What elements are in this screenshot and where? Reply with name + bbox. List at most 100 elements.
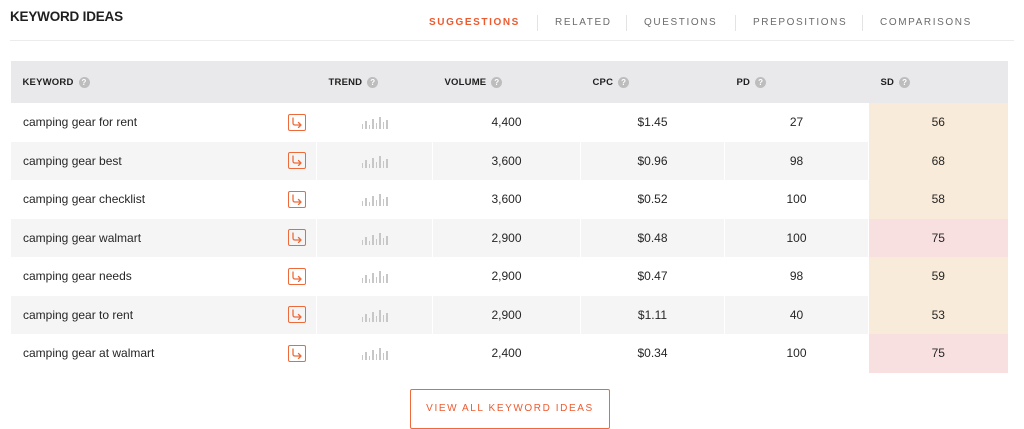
question-circle-icon[interactable]: ? bbox=[78, 76, 90, 88]
mini-bar-chart-icon bbox=[317, 231, 432, 245]
external-arrow-icon[interactable] bbox=[288, 344, 306, 362]
trend-cell bbox=[316, 103, 433, 142]
mini-bar-chart-icon bbox=[317, 308, 432, 322]
keyword-cell: camping gear to rent bbox=[10, 295, 317, 334]
tab-questions[interactable]: QUESTIONS bbox=[644, 17, 717, 29]
external-arrow-icon[interactable] bbox=[288, 190, 306, 208]
header-divider bbox=[10, 40, 1014, 41]
volume-cell: 4,400 bbox=[432, 103, 581, 142]
sd-cell: 75 bbox=[868, 334, 1008, 373]
tab-related[interactable]: RELATED bbox=[555, 17, 612, 29]
sd-cell: 53 bbox=[868, 295, 1008, 334]
pd-cell: 98 bbox=[724, 257, 869, 296]
column-header-label: SD bbox=[880, 76, 895, 88]
keyword-cell: camping gear for rent bbox=[10, 103, 317, 142]
question-circle-icon[interactable]: ? bbox=[618, 76, 630, 88]
keyword-cell: camping gear walmart bbox=[10, 218, 317, 257]
cpc-cell: $0.48 bbox=[580, 218, 725, 257]
column-header-trend[interactable]: TREND? bbox=[316, 61, 433, 103]
trend-cell bbox=[316, 257, 433, 296]
trend-cell bbox=[316, 218, 433, 257]
column-header-keyword[interactable]: KEYWORD? bbox=[10, 61, 317, 103]
table-row: camping gear checklist 3,600 $0.52 100 58 bbox=[10, 180, 1008, 219]
external-arrow-icon[interactable] bbox=[288, 152, 306, 170]
tab-separator bbox=[735, 15, 736, 31]
sd-cell: 68 bbox=[868, 141, 1008, 180]
table-row: camping gear for rent 4,400 $1.45 27 56 bbox=[10, 103, 1008, 142]
keyword-text[interactable]: camping gear best bbox=[23, 154, 122, 168]
volume-cell: 2,900 bbox=[432, 218, 581, 257]
question-circle-icon[interactable]: ? bbox=[755, 76, 767, 88]
sd-cell: 59 bbox=[868, 257, 1008, 296]
cpc-cell: $0.52 bbox=[580, 180, 725, 219]
table-row: camping gear to rent 2,900 $1.11 40 53 bbox=[10, 295, 1008, 334]
tab-separator bbox=[862, 15, 863, 31]
keyword-cell: camping gear checklist bbox=[10, 180, 317, 219]
question-circle-icon[interactable]: ? bbox=[899, 76, 911, 88]
view-all-keyword-ideas-button[interactable]: VIEW ALL KEYWORD IDEAS bbox=[410, 389, 610, 429]
sd-cell: 56 bbox=[868, 103, 1008, 142]
table-row: camping gear at walmart 2,400 $0.34 100 75 bbox=[10, 334, 1008, 373]
column-header-label: TREND bbox=[328, 76, 363, 88]
sd-cell: 75 bbox=[868, 218, 1008, 257]
table-row: camping gear needs 2,900 $0.47 98 59 bbox=[10, 257, 1008, 296]
external-arrow-icon[interactable] bbox=[288, 306, 306, 324]
column-header-cpc[interactable]: CPC? bbox=[580, 61, 725, 103]
trend-cell bbox=[316, 141, 433, 180]
trend-cell bbox=[316, 295, 433, 334]
pd-cell: 40 bbox=[724, 295, 869, 334]
keyword-cell: camping gear at walmart bbox=[10, 334, 317, 373]
volume-cell: 3,600 bbox=[432, 141, 581, 180]
question-circle-icon[interactable]: ? bbox=[367, 76, 379, 88]
keyword-cell: camping gear needs bbox=[10, 257, 317, 296]
keyword-text[interactable]: camping gear for rent bbox=[23, 115, 137, 129]
pd-cell: 27 bbox=[724, 103, 869, 142]
table-row: camping gear best 3,600 $0.96 98 68 bbox=[10, 141, 1008, 180]
keyword-table: KEYWORD? TREND? VOLUME? CPC? PD? SD? cam… bbox=[10, 61, 1008, 373]
cpc-cell: $0.47 bbox=[580, 257, 725, 296]
sd-cell: 58 bbox=[868, 180, 1008, 219]
keyword-text[interactable]: camping gear walmart bbox=[23, 231, 141, 245]
external-arrow-icon[interactable] bbox=[288, 267, 306, 285]
volume-cell: 3,600 bbox=[432, 180, 581, 219]
cpc-cell: $0.96 bbox=[580, 141, 725, 180]
question-circle-icon[interactable]: ? bbox=[491, 76, 503, 88]
tab-suggestions[interactable]: SUGGESTIONS bbox=[429, 17, 520, 29]
column-header-label: VOLUME bbox=[444, 76, 487, 88]
volume-cell: 2,400 bbox=[432, 334, 581, 373]
keyword-text[interactable]: camping gear to rent bbox=[23, 308, 133, 322]
column-header-label: PD bbox=[736, 76, 751, 88]
pd-cell: 100 bbox=[724, 180, 869, 219]
trend-cell bbox=[316, 334, 433, 373]
table-row: camping gear walmart 2,900 $0.48 100 75 bbox=[10, 218, 1008, 257]
external-arrow-icon[interactable] bbox=[288, 113, 306, 131]
mini-bar-chart-icon bbox=[317, 192, 432, 207]
tab-separator bbox=[626, 15, 627, 31]
tab-prepositions[interactable]: PREPOSITIONS bbox=[753, 17, 847, 29]
keyword-text[interactable]: camping gear needs bbox=[23, 269, 132, 283]
column-header-sd[interactable]: SD? bbox=[868, 61, 1008, 103]
keyword-text[interactable]: camping gear checklist bbox=[23, 192, 145, 206]
mini-bar-chart-icon bbox=[317, 346, 432, 361]
mini-bar-chart-icon bbox=[317, 154, 432, 168]
keyword-text[interactable]: camping gear at walmart bbox=[23, 346, 154, 360]
tab-bar: SUGGESTIONS RELATED QUESTIONS PREPOSITIO… bbox=[0, 15, 1024, 31]
pd-cell: 98 bbox=[724, 141, 869, 180]
cpc-cell: $0.34 bbox=[580, 334, 725, 373]
trend-cell bbox=[316, 180, 433, 219]
external-arrow-icon[interactable] bbox=[288, 229, 306, 247]
table-header-row: KEYWORD? TREND? VOLUME? CPC? PD? SD? bbox=[10, 61, 1008, 103]
keyword-cell: camping gear best bbox=[10, 141, 317, 180]
mini-bar-chart-icon bbox=[317, 115, 432, 130]
pd-cell: 100 bbox=[724, 218, 869, 257]
pd-cell: 100 bbox=[724, 334, 869, 373]
volume-cell: 2,900 bbox=[432, 295, 581, 334]
column-header-pd[interactable]: PD? bbox=[724, 61, 869, 103]
tab-comparisons[interactable]: COMPARISONS bbox=[880, 17, 972, 29]
volume-cell: 2,900 bbox=[432, 257, 581, 296]
cpc-cell: $1.45 bbox=[580, 103, 725, 142]
column-header-label: KEYWORD bbox=[22, 76, 74, 88]
mini-bar-chart-icon bbox=[317, 269, 432, 284]
column-header-volume[interactable]: VOLUME? bbox=[432, 61, 581, 103]
cpc-cell: $1.11 bbox=[580, 295, 725, 334]
